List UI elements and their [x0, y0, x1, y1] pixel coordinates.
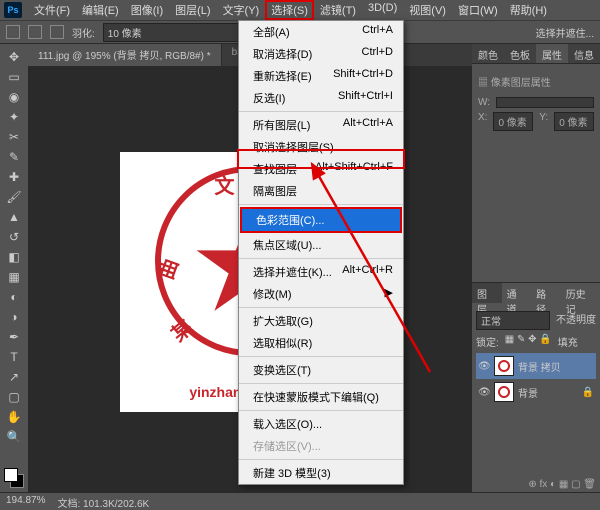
layer-tab[interactable]: 通道	[502, 283, 532, 303]
path-tool-icon[interactable]: ↗	[3, 368, 25, 386]
app-logo-icon: Ps	[4, 2, 22, 18]
y-label: Y:	[539, 112, 548, 131]
eyedropper-tool-icon[interactable]: ✎	[3, 148, 25, 166]
marquee-mode-icon[interactable]	[50, 25, 64, 39]
blend-mode[interactable]: 正常	[476, 311, 550, 330]
menu-item[interactable]: 所有图层(L)Alt+Ctrl+A	[239, 114, 403, 136]
heal-tool-icon[interactable]: ✚	[3, 168, 25, 186]
tools-panel: ✥ ▭ ◉ ✦ ✂ ✎ ✚ 🖌 ▲ ↺ ◧ ▦ ◐ ◑ ✒ T ↗ ▢ ✋ 🔍	[0, 44, 28, 474]
layer-row[interactable]: 👁 背景 拷贝	[476, 353, 596, 379]
gradient-tool-icon[interactable]: ▦	[3, 268, 25, 286]
layer-thumb-icon	[494, 356, 514, 376]
menu-item[interactable]: 取消选择(D)Ctrl+D	[239, 43, 403, 65]
select-menu-dropdown: 全部(A)Ctrl+A取消选择(D)Ctrl+D重新选择(E)Shift+Ctr…	[238, 20, 404, 485]
menu-8[interactable]: 视图(V)	[403, 0, 452, 20]
pen-tool-icon[interactable]: ✒	[3, 328, 25, 346]
menu-2[interactable]: 图像(I)	[125, 0, 169, 20]
lock-label: 锁定:	[476, 334, 499, 349]
menu-4[interactable]: 文字(Y)	[217, 0, 266, 20]
menu-item[interactable]: 选择并遮住(K)...Alt+Ctrl+R	[239, 261, 403, 283]
tool-preset-icon[interactable]	[6, 25, 20, 39]
status-bar: 194.87% 文档: 101.3K/202.6K	[0, 492, 600, 510]
shape-tool-icon[interactable]: ▢	[3, 388, 25, 406]
menu-9[interactable]: 窗口(W)	[452, 0, 504, 20]
panel-tab[interactable]: 颜色	[472, 44, 504, 63]
layer-name: 背景	[518, 385, 538, 400]
menu-item[interactable]: 反选(I)Shift+Ctrl+I	[239, 87, 403, 109]
menu-10[interactable]: 帮助(H)	[504, 0, 553, 20]
stamp-tool-icon[interactable]: ▲	[3, 208, 25, 226]
x-label: X:	[478, 112, 487, 131]
visibility-icon[interactable]: 👁	[478, 361, 490, 372]
doc-size: 文档: 101.3K/202.6K	[57, 495, 149, 508]
menu-item[interactable]: 查找图层Alt+Shift+Ctrl+F	[239, 158, 403, 180]
hand-tool-icon[interactable]: ✋	[3, 408, 25, 426]
menu-1[interactable]: 编辑(E)	[76, 0, 125, 20]
menu-item[interactable]: 重新选择(E)Shift+Ctrl+D	[239, 65, 403, 87]
menu-5[interactable]: 选择(S)	[265, 0, 314, 20]
right-panels: 颜色色板属性信息 ▦ 像素图层属性 W: X:0 像素 Y:0 像素 图层通道路…	[472, 44, 600, 492]
menu-item[interactable]: 扩大选取(G)	[239, 310, 403, 332]
opacity-label: 不透明度	[556, 311, 596, 330]
layer-tab[interactable]: 路径	[531, 283, 561, 303]
panel-tab[interactable]: 信息	[568, 44, 600, 63]
menu-item[interactable]: 新建 3D 模型(3)	[239, 462, 403, 484]
w-input[interactable]	[496, 97, 594, 108]
menu-item[interactable]: 焦点区域(U)...	[239, 234, 403, 256]
fill-label: 填充	[558, 334, 578, 349]
color-swatches[interactable]	[4, 468, 24, 488]
marquee-icon[interactable]	[28, 25, 42, 39]
menu-item[interactable]: 选取相似(R)	[239, 332, 403, 354]
feather-label: 羽化:	[72, 25, 95, 40]
select-and-mask-button[interactable]: 选择并遮住...	[536, 25, 594, 40]
zoom-tool-icon[interactable]: 🔍	[3, 428, 25, 446]
layer-row[interactable]: 👁背景🔒	[476, 379, 596, 405]
prop-title: 像素图层属性	[491, 78, 551, 89]
menu-6[interactable]: 滤镜(T)	[314, 0, 362, 20]
menu-7[interactable]: 3D(D)	[362, 0, 403, 20]
menu-item[interactable]: 变换选区(T)	[239, 359, 403, 381]
marquee-tool-icon[interactable]: ▭	[3, 68, 25, 86]
layers-panel: 图层通道路径历史记 正常 不透明度 锁定: ▦ ✎ ✥ 🔒 填充 👁背景 拷贝👁…	[472, 282, 600, 492]
layer-name: 背景 拷贝	[518, 359, 561, 374]
y-input[interactable]: 0 像素	[554, 112, 594, 131]
menu-3[interactable]: 图层(L)	[169, 0, 216, 20]
wand-tool-icon[interactable]: ✦	[3, 108, 25, 126]
layer-tab[interactable]: 历史记	[561, 283, 600, 303]
menu-0[interactable]: 文件(F)	[28, 0, 76, 20]
doc-tab-active[interactable]: 111.jpg @ 195% (背景 拷贝, RGB/8#) *	[28, 44, 222, 66]
type-tool-icon[interactable]: T	[3, 348, 25, 366]
visibility-icon[interactable]: 👁	[478, 387, 490, 398]
move-tool-icon[interactable]: ✥	[3, 48, 25, 66]
dodge-tool-icon[interactable]: ◑	[3, 308, 25, 326]
layer-tab[interactable]: 图层	[472, 283, 502, 303]
zoom-level[interactable]: 194.87%	[6, 495, 45, 508]
menu-bar: Ps 文件(F)编辑(E)图像(I)图层(L)文字(Y)选择(S)滤镜(T)3D…	[0, 0, 600, 20]
menu-item[interactable]: 在快速蒙版模式下编辑(Q)	[239, 386, 403, 408]
blur-tool-icon[interactable]: ◐	[3, 288, 25, 306]
w-label: W:	[478, 97, 490, 108]
layer-thumb-icon	[494, 382, 514, 402]
history-brush-icon[interactable]: ↺	[3, 228, 25, 246]
menu-item: 存储选区(V)...	[239, 435, 403, 457]
menu-item[interactable]: 修改(M)▶	[239, 283, 403, 305]
menu-item[interactable]: 全部(A)Ctrl+A	[239, 21, 403, 43]
panel-tab[interactable]: 色板	[504, 44, 536, 63]
lasso-tool-icon[interactable]: ◉	[3, 88, 25, 106]
brush-tool-icon[interactable]: 🖌	[3, 188, 25, 206]
x-input[interactable]: 0 像素	[493, 112, 533, 131]
layer-footer-icons[interactable]: ⊕ fx ◐ ▦ ▢ 🗑	[528, 479, 596, 490]
menu-item[interactable]: 隔离图层	[239, 180, 403, 202]
menu-item[interactable]: 色彩范围(C)...	[242, 209, 400, 231]
crop-tool-icon[interactable]: ✂	[3, 128, 25, 146]
eraser-tool-icon[interactable]: ◧	[3, 248, 25, 266]
fg-color-icon[interactable]	[4, 468, 18, 482]
menu-item[interactable]: 取消选择图层(S)	[239, 136, 403, 158]
panel-tab[interactable]: 属性	[536, 44, 568, 63]
menu-item[interactable]: 载入选区(O)...	[239, 413, 403, 435]
